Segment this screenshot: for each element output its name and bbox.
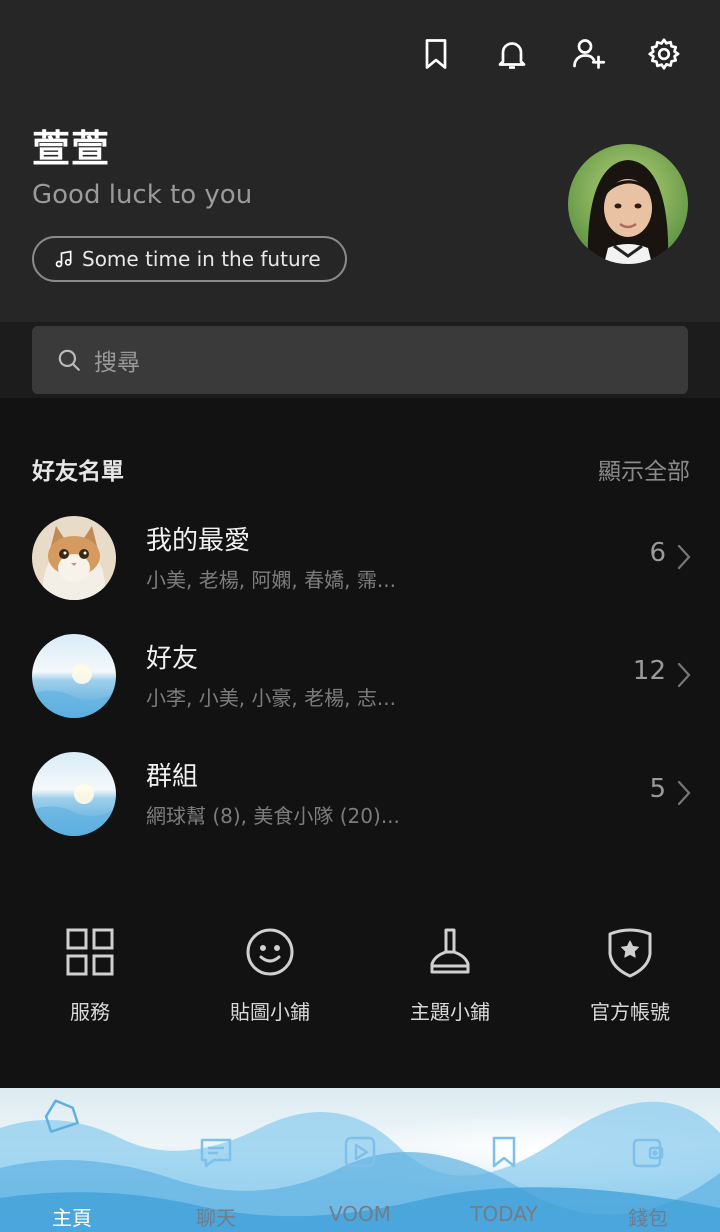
official-accounts-label: 官方帳號 <box>590 1000 670 1024</box>
tab-wallet[interactable]: 錢包 <box>576 1088 720 1232</box>
grid-icon <box>66 928 114 976</box>
music-note-icon <box>55 250 72 268</box>
group-name: 好友 <box>146 644 199 674</box>
profile-music-label: Some time in the future <box>82 247 321 271</box>
brush-icon <box>430 928 470 974</box>
profile-name[interactable]: 萱萱 <box>32 118 110 173</box>
groups-avatar <box>32 752 116 836</box>
friends-list-title: 好友名單 <box>32 459 124 485</box>
tab-today[interactable]: TODAY <box>432 1088 576 1232</box>
chevron-right-icon <box>677 780 691 806</box>
see-all-link[interactable]: 顯示全部 <box>598 452 690 486</box>
bookmark-icon <box>425 39 447 69</box>
official-accounts-button[interactable]: 官方帳號 <box>540 924 720 1025</box>
theme-shop-button[interactable]: 主題小鋪 <box>360 924 540 1025</box>
profile-music-button[interactable]: Some time in the future <box>32 236 347 282</box>
add-friend-button[interactable] <box>568 32 608 76</box>
add-friend-icon <box>573 39 606 69</box>
favorites-avatar <box>32 516 116 600</box>
group-name: 我的最愛 <box>146 526 251 556</box>
group-name: 群組 <box>146 762 199 792</box>
voom-play-icon <box>344 1136 376 1168</box>
group-members: 小美, 老楊, 阿嫻, 春嬌, 霈... <box>146 568 396 592</box>
search-placeholder: 搜尋 <box>94 350 140 376</box>
theme-shop-label: 主題小鋪 <box>410 1000 490 1024</box>
services-label: 服務 <box>70 1000 110 1024</box>
group-members: 網球幫 (8), 美食小隊 (20)... <box>146 804 400 828</box>
friends-avatar <box>32 634 116 718</box>
notifications-button[interactable] <box>492 32 532 76</box>
tab-label: 錢包 <box>628 1206 668 1230</box>
profile-avatar[interactable] <box>568 144 688 264</box>
bell-icon <box>498 42 526 69</box>
chat-icon <box>200 1138 232 1168</box>
search-icon <box>58 349 80 371</box>
smiley-icon <box>246 928 294 976</box>
settings-button[interactable] <box>644 32 684 76</box>
status-message[interactable]: Good luck to you <box>32 180 252 210</box>
chevron-right-icon <box>677 544 691 570</box>
search-section: 搜尋 <box>0 322 720 398</box>
services-bar: 服務 貼圖小鋪 主題小鋪 官方帳號 <box>0 924 720 1034</box>
bookmark-button[interactable] <box>416 32 456 76</box>
wallet-icon <box>632 1138 664 1168</box>
bottom-tab-bar: 主頁 聊天 VOOM TODAY 錢包 <box>0 1088 720 1232</box>
sticker-shop-button[interactable]: 貼圖小鋪 <box>180 924 360 1025</box>
header-actions <box>416 32 684 76</box>
gear-icon <box>648 38 680 70</box>
search-input[interactable]: 搜尋 <box>32 326 688 394</box>
services-button[interactable]: 服務 <box>0 924 180 1025</box>
tab-voom[interactable]: VOOM <box>288 1088 432 1232</box>
shield-star-icon <box>608 928 652 978</box>
tab-label: VOOM <box>328 1202 392 1226</box>
chevron-right-icon <box>677 662 691 688</box>
friend-group-row[interactable]: 群組 網球幫 (8), 美食小隊 (20)... 5 <box>0 752 720 852</box>
tab-home[interactable]: 主頁 <box>0 1088 144 1232</box>
group-members: 小李, 小美, 小豪, 老楊, 志... <box>146 686 396 710</box>
group-count: 5 <box>649 774 666 804</box>
friend-group-row[interactable]: 好友 小李, 小美, 小豪, 老楊, 志... 12 <box>0 634 720 734</box>
group-count: 12 <box>632 656 666 686</box>
tab-label: 聊天 <box>196 1206 236 1230</box>
profile-header: 萱萱 Good luck to you Some time in the fut… <box>0 0 720 322</box>
group-count: 6 <box>649 538 666 568</box>
tab-chat[interactable]: 聊天 <box>144 1088 288 1232</box>
friend-group-row[interactable]: 我的最愛 小美, 老楊, 阿嫻, 春嬌, 霈... 6 <box>0 516 720 616</box>
tab-label: 主頁 <box>52 1206 92 1230</box>
today-bookmark-icon <box>492 1136 516 1168</box>
home-icon <box>44 1099 79 1133</box>
tab-label: TODAY <box>470 1202 538 1226</box>
sticker-shop-label: 貼圖小鋪 <box>230 1000 310 1024</box>
